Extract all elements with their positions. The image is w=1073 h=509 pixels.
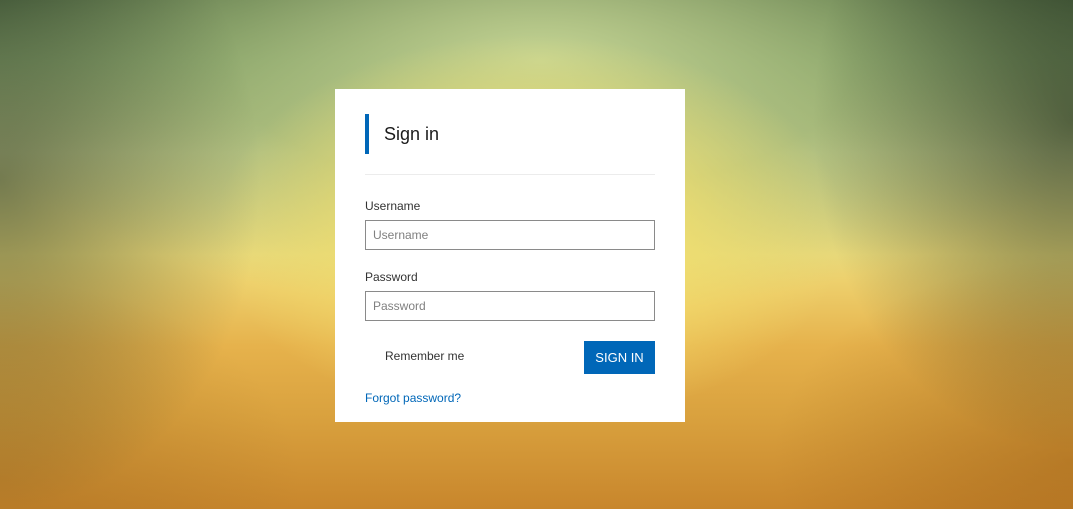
page-title: Sign in [384, 124, 440, 144]
username-label: Username [365, 199, 421, 213]
remember-me-checkbox[interactable]: Remember me [385, 349, 464, 363]
username-input[interactable] [365, 220, 655, 250]
card-header: Sign in [365, 114, 655, 154]
divider [365, 174, 655, 175]
sign-in-card: Sign in Username Password Remember me SI… [335, 89, 685, 422]
actions-row: Remember me SIGN IN [365, 341, 655, 374]
sign-in-button[interactable]: SIGN IN [584, 341, 655, 374]
forgot-password-link[interactable]: Forgot password? [365, 391, 461, 405]
password-label: Password [365, 270, 418, 284]
password-input[interactable] [365, 291, 655, 321]
